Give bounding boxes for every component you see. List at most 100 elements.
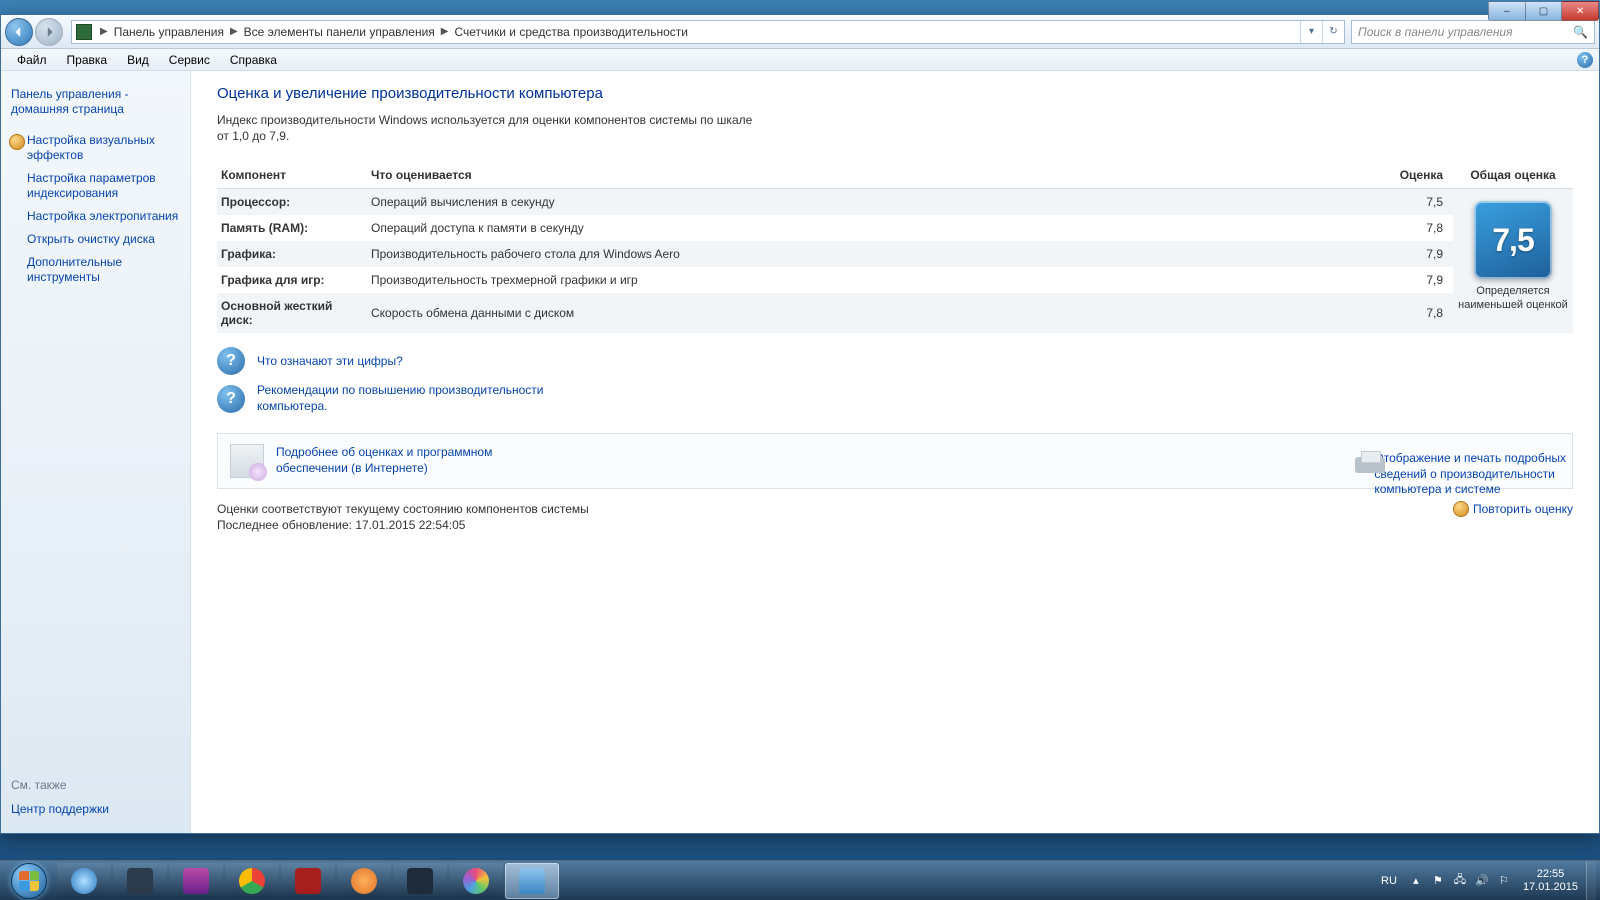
taskbar-app-7[interactable] — [393, 863, 447, 899]
chevron-right-icon: ▶ — [96, 26, 112, 37]
refresh-button[interactable]: ↻ — [1322, 21, 1344, 43]
tray-volume-icon[interactable]: 🔊 — [1474, 873, 1490, 889]
printer-icon — [1353, 451, 1366, 479]
chevron-right-icon: ▶ — [437, 26, 453, 37]
score-gaming-graphics: 7,9 — [1383, 267, 1453, 293]
system-tray: RU ▴ ⚑ 🖧 🔊 ⚐ 22:55 17.01.2015 — [1373, 861, 1598, 900]
help-links: ? Что означают эти цифры? ? Рекомендации… — [217, 343, 1573, 418]
clock[interactable]: 22:55 17.01.2015 — [1515, 868, 1586, 893]
link-what-do-numbers-mean[interactable]: Что означают эти цифры? — [257, 354, 403, 370]
breadcrumb-item[interactable]: Панель управления — [112, 25, 226, 39]
comp-graphics: Графика: — [217, 241, 367, 267]
menu-help[interactable]: Справка — [220, 51, 287, 69]
sidebar-link-disk-cleanup[interactable]: Открыть очистку диска — [11, 228, 180, 251]
base-score-caption: Определяется наименьшей оценкой — [1457, 285, 1569, 313]
tray-flag-icon[interactable]: ⚑ — [1430, 873, 1446, 889]
breadcrumb-dropdown-button[interactable]: ▾ — [1300, 21, 1322, 43]
desc-graphics: Производительность рабочего стола для Wi… — [367, 241, 1383, 267]
tray-network-icon[interactable]: 🖧 — [1452, 873, 1468, 889]
show-desktop-button[interactable] — [1586, 861, 1596, 900]
base-score-badge: 7,5 — [1474, 201, 1552, 279]
language-indicator[interactable]: RU — [1373, 875, 1405, 887]
status-line-1: Оценки соответствуют текущему состоянию … — [217, 501, 589, 517]
search-placeholder: Поиск в панели управления — [1358, 25, 1513, 39]
taskbar-app-control-panel[interactable] — [505, 863, 559, 899]
sidebar-home-link[interactable]: Панель управления - домашняя страница — [11, 83, 180, 121]
windows-orb-icon — [11, 863, 47, 899]
score-memory: 7,8 — [1383, 215, 1453, 241]
intro-text: Индекс производительности Windows исполь… — [217, 112, 757, 144]
help-icon: ? — [217, 385, 245, 413]
help-icon[interactable]: ? — [1577, 52, 1593, 68]
wei-score-table: Компонент Что оценивается Оценка Общая о… — [217, 162, 1573, 333]
sidebar-link-indexing[interactable]: Настройка параметров индексирования — [11, 167, 180, 205]
tray-action-center-icon[interactable]: ⚐ — [1496, 873, 1512, 889]
taskbar-app-picasa[interactable] — [449, 863, 503, 899]
comp-primary-disk: Основной жесткий диск: — [217, 293, 367, 333]
page-title: Оценка и увеличение производительности к… — [217, 85, 1573, 102]
navigation-bar: ▶ Панель управления ▶ Все элементы панел… — [1, 15, 1599, 49]
close-button[interactable]: ✕ — [1562, 1, 1599, 21]
see-also-label: См. также — [11, 778, 180, 798]
software-disc-icon — [230, 444, 264, 478]
breadcrumb-item[interactable]: Все элементы панели управления — [242, 25, 437, 39]
window-controls: – ▢ ✕ — [1488, 1, 1599, 21]
clock-date: 17.01.2015 — [1523, 881, 1578, 894]
sidebar: Панель управления - домашняя страница На… — [1, 71, 191, 833]
desc-primary-disk: Скорость обмена данными с диском — [367, 293, 1383, 333]
comp-memory: Память (RAM): — [217, 215, 367, 241]
link-scores-and-software[interactable]: Подробнее об оценках и программном обесп… — [276, 445, 556, 476]
content-area: Оценка и увеличение производительности к… — [191, 71, 1599, 833]
base-score-cell: 7,5 Определяется наименьшей оценкой — [1453, 189, 1573, 334]
status-row: Оценки соответствуют текущему состоянию … — [217, 501, 1573, 533]
chevron-right-icon: ▶ — [226, 26, 242, 37]
menu-tools[interactable]: Сервис — [159, 51, 220, 69]
status-line-2: Последнее обновление: 17.01.2015 22:54:0… — [217, 517, 589, 533]
menu-bar: Файл Правка Вид Сервис Справка ? — [1, 49, 1599, 71]
control-panel-window: – ▢ ✕ ▶ Панель управления ▶ Все элементы… — [0, 14, 1600, 834]
menu-file[interactable]: Файл — [7, 51, 57, 69]
search-input[interactable]: Поиск в панели управления 🔍 — [1351, 20, 1595, 44]
desc-memory: Операций доступа к памяти в секунду — [367, 215, 1383, 241]
maximize-button[interactable]: ▢ — [1526, 1, 1563, 21]
breadcrumb-item[interactable]: Счетчики и средства производительности — [452, 25, 689, 39]
comp-processor: Процессор: — [217, 189, 367, 216]
menu-edit[interactable]: Правка — [57, 51, 118, 69]
col-subscore: Оценка — [1383, 162, 1453, 189]
taskbar-app-5[interactable] — [281, 863, 335, 899]
forward-button[interactable] — [35, 18, 63, 46]
col-base-score: Общая оценка — [1453, 162, 1573, 189]
minimize-button[interactable]: – — [1488, 1, 1526, 21]
rerun-assessment-link[interactable]: Повторить оценку — [1453, 501, 1573, 517]
sidebar-link-visual-effects[interactable]: Настройка визуальных эффектов — [11, 129, 180, 167]
clock-time: 22:55 — [1523, 868, 1578, 881]
menu-view[interactable]: Вид — [117, 51, 159, 69]
comp-gaming-graphics: Графика для игр: — [217, 267, 367, 293]
col-what: Что оценивается — [367, 162, 1383, 189]
taskbar-app-ie[interactable] — [57, 863, 111, 899]
print-details-text[interactable]: Отображение и печать подробных сведений … — [1374, 451, 1573, 498]
taskbar-app-blender[interactable] — [337, 863, 391, 899]
print-details-link[interactable]: Отображение и печать подробных сведений … — [1353, 451, 1573, 498]
shield-icon — [1453, 501, 1469, 517]
help-icon: ? — [217, 347, 245, 375]
taskbar-app-chrome[interactable] — [225, 863, 279, 899]
breadcrumb[interactable]: ▶ Панель управления ▶ Все элементы панел… — [71, 20, 1345, 44]
taskbar-app-2[interactable] — [113, 863, 167, 899]
search-icon: 🔍 — [1573, 25, 1588, 39]
taskbar: RU ▴ ⚑ 🖧 🔊 ⚐ 22:55 17.01.2015 — [0, 860, 1600, 900]
link-performance-tips[interactable]: Рекомендации по повышению производительн… — [257, 383, 557, 414]
tray-show-hidden-icon[interactable]: ▴ — [1408, 873, 1424, 889]
sidebar-link-action-center[interactable]: Центр поддержки — [11, 798, 180, 821]
taskbar-app-3[interactable] — [169, 863, 223, 899]
control-panel-icon — [76, 24, 92, 40]
back-button[interactable] — [5, 18, 33, 46]
sidebar-link-power[interactable]: Настройка электропитания — [11, 205, 180, 228]
sidebar-link-advanced-tools[interactable]: Дополнительные инструменты — [11, 251, 180, 289]
desc-processor: Операций вычисления в секунду — [367, 189, 1383, 216]
score-primary-disk: 7,8 — [1383, 293, 1453, 333]
col-component: Компонент — [217, 162, 367, 189]
desc-gaming-graphics: Производительность трехмерной графики и … — [367, 267, 1383, 293]
start-button[interactable] — [2, 861, 56, 900]
score-graphics: 7,9 — [1383, 241, 1453, 267]
